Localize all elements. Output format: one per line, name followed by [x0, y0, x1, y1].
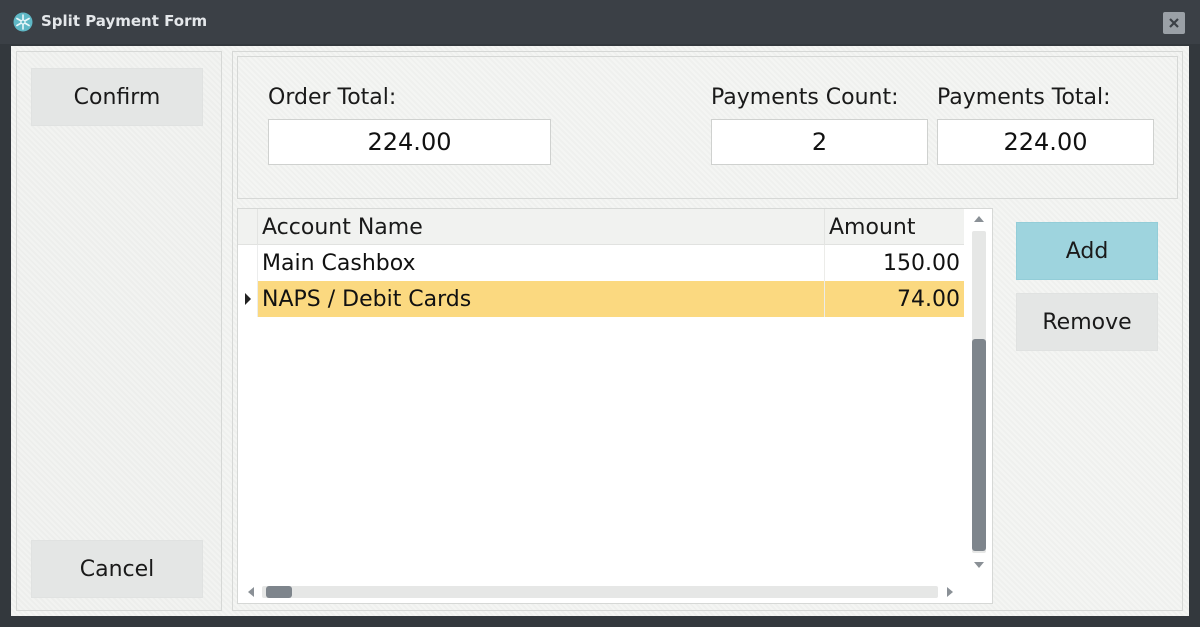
table-row[interactable]: Main Cashbox 150.00 — [238, 245, 964, 281]
column-header-account-name[interactable]: Account Name — [258, 209, 825, 245]
payments-total-field[interactable]: 224.00 — [937, 119, 1154, 165]
order-total-field[interactable]: 224.00 — [268, 119, 551, 165]
account-name-cell[interactable]: Main Cashbox — [258, 245, 825, 281]
amount-cell[interactable]: 74.00 — [825, 281, 964, 317]
cancel-button[interactable]: Cancel — [31, 540, 203, 598]
payments-total-label: Payments Total: — [937, 85, 1111, 110]
add-payment-button[interactable]: Add — [1016, 222, 1158, 280]
close-button[interactable] — [1163, 12, 1185, 34]
vertical-scroll-thumb[interactable] — [972, 339, 986, 551]
payment-details-panel: Order Total: 224.00 Payments Count: 2 Pa… — [232, 51, 1183, 611]
column-header-amount[interactable]: Amount — [825, 209, 964, 245]
snowflake-app-icon — [13, 12, 33, 32]
payments-grid[interactable]: Account Name Amount Main Cashbox 150.00 — [237, 208, 993, 604]
row-indicator-header — [238, 209, 258, 245]
row-indicator[interactable] — [238, 245, 258, 281]
table-row-selected[interactable]: NAPS / Debit Cards 74.00 — [238, 281, 964, 317]
scroll-down-arrow-icon[interactable] — [973, 561, 985, 569]
order-total-label: Order Total: — [268, 85, 397, 110]
payments-count-label: Payments Count: — [711, 85, 899, 110]
left-action-panel: Confirm Cancel — [16, 51, 222, 611]
grid-header: Account Name Amount — [238, 209, 964, 245]
window-title: Split Payment Form — [41, 12, 208, 30]
vertical-scrollbar[interactable] — [966, 209, 992, 581]
current-row-arrow-icon — [244, 293, 251, 305]
amount-cell[interactable]: 150.00 — [825, 245, 964, 281]
horizontal-scrollbar[interactable] — [238, 581, 964, 603]
scroll-right-arrow-icon[interactable] — [946, 586, 954, 598]
remove-payment-button[interactable]: Remove — [1016, 293, 1158, 351]
row-indicator[interactable] — [238, 281, 258, 317]
horizontal-scroll-thumb[interactable] — [266, 586, 292, 598]
close-icon — [1169, 18, 1179, 28]
confirm-button[interactable]: Confirm — [31, 68, 203, 126]
scroll-up-arrow-icon[interactable] — [973, 215, 985, 223]
split-payment-window: Split Payment Form Confirm Cancel Order … — [0, 0, 1200, 627]
payments-count-field[interactable]: 2 — [711, 119, 928, 165]
title-bar[interactable]: Split Payment Form — [0, 0, 1200, 44]
horizontal-scroll-track[interactable] — [262, 586, 938, 598]
totals-group: Order Total: 224.00 Payments Count: 2 Pa… — [237, 56, 1178, 199]
scroll-left-arrow-icon[interactable] — [247, 586, 255, 598]
account-name-cell[interactable]: NAPS / Debit Cards — [258, 281, 825, 317]
form-client-area: Confirm Cancel Order Total: 224.00 Payme… — [11, 46, 1189, 616]
